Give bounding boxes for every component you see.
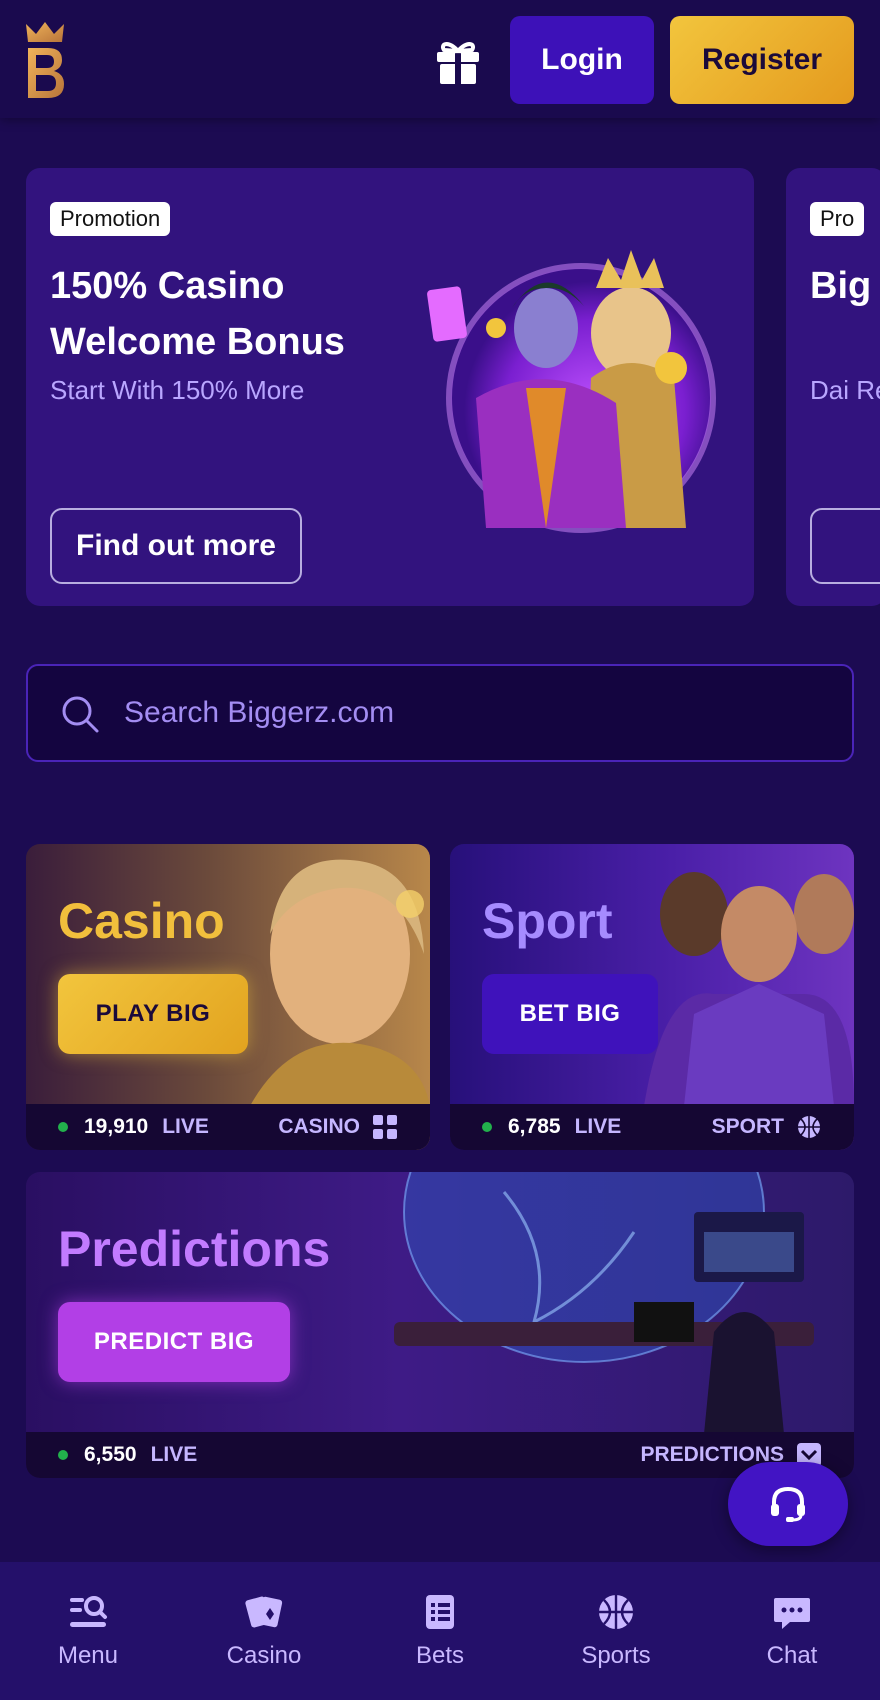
- basketball-icon: [599, 1595, 633, 1629]
- promotion-badge: Pro: [810, 202, 865, 236]
- predictions-globe-image: [394, 1172, 814, 1434]
- find-out-more-button[interactable]: Find out more: [50, 508, 302, 584]
- live-label: LIVE: [574, 1115, 622, 1138]
- nav-item-chat[interactable]: Chat: [722, 1592, 862, 1670]
- predictions-tile-footer: 6,550 LIVE PREDICTIONS: [26, 1432, 854, 1478]
- predictions-tile[interactable]: Predictions PREDICT BIG 6,550 LIVE PREDI…: [26, 1172, 854, 1478]
- casino-category-link[interactable]: CASINO: [278, 1114, 398, 1140]
- login-button[interactable]: Login: [510, 16, 654, 104]
- casino-tile-footer: 19,910 LIVE CASINO: [26, 1104, 430, 1150]
- sport-tile[interactable]: Sport BET BIG 6,785 LIVE SPORT: [450, 844, 854, 1150]
- promo-card-next[interactable]: Pro Big Ra Dai Rew F: [786, 168, 880, 606]
- nav-item-menu[interactable]: Menu: [18, 1592, 158, 1670]
- bet-big-button[interactable]: BET BIG: [482, 974, 658, 1054]
- nav-label: Menu: [57, 1642, 119, 1669]
- bottom-navigation: Menu Casino Bets Sports Chat: [0, 1562, 880, 1700]
- nav-label: Chat: [766, 1642, 818, 1669]
- nav-item-casino[interactable]: Casino: [194, 1592, 334, 1670]
- predict-big-button[interactable]: PREDICT BIG: [58, 1302, 290, 1382]
- live-label: LIVE: [150, 1443, 198, 1466]
- promo-subtitle: Start With 150% More: [50, 375, 305, 405]
- promo-card-welcome-bonus[interactable]: Promotion 150% Casino Welcome Bonus Star…: [26, 168, 754, 606]
- menu-search-icon: [70, 1596, 107, 1627]
- promotion-badge: Promotion: [50, 202, 171, 236]
- search-icon: [62, 696, 99, 733]
- register-button[interactable]: Register: [670, 16, 854, 104]
- promo-joker-queen-image: [427, 250, 716, 533]
- casino-woman-image: [250, 859, 430, 1106]
- live-indicator-icon: [58, 1450, 68, 1460]
- sport-tile-title: Sport: [482, 893, 613, 949]
- play-big-button[interactable]: PLAY BIG: [58, 974, 248, 1054]
- sport-live-count: 6,785: [508, 1115, 561, 1138]
- nav-item-sports[interactable]: Sports: [546, 1592, 686, 1670]
- chat-icon: [774, 1598, 810, 1629]
- predictions-live-count: 6,550: [84, 1443, 137, 1466]
- live-label: LIVE: [162, 1115, 209, 1138]
- casino-tile[interactable]: Casino PLAY BIG 19,910 LIVE CASINO: [26, 844, 430, 1150]
- sport-category-link[interactable]: SPORT: [712, 1114, 822, 1140]
- biggerz-logo[interactable]: [24, 20, 66, 100]
- gift-icon[interactable]: [434, 38, 482, 84]
- predictions-tile-title: Predictions: [58, 1221, 331, 1277]
- live-indicator-icon: [58, 1122, 68, 1132]
- nav-label: Bets: [415, 1642, 465, 1669]
- search-bar[interactable]: [26, 664, 854, 762]
- sport-players-image: [644, 872, 854, 1106]
- cards-icon: [245, 1596, 283, 1628]
- nav-label: Casino: [226, 1642, 302, 1669]
- promo-button[interactable]: F: [810, 508, 880, 584]
- casino-tile-title: Casino: [58, 893, 225, 949]
- search-input[interactable]: [124, 666, 824, 760]
- basketball-icon: [798, 1116, 820, 1138]
- live-indicator-icon: [482, 1122, 492, 1132]
- casino-category-label: CASINO: [278, 1115, 360, 1138]
- casino-live-count: 19,910: [84, 1115, 149, 1138]
- promo-title: Big Ra: [810, 265, 880, 307]
- sport-category-label: SPORT: [711, 1115, 784, 1138]
- nav-item-bets[interactable]: Bets: [370, 1592, 510, 1670]
- top-header: Login Register: [0, 0, 880, 118]
- sport-tile-footer: 6,785 LIVE SPORT: [450, 1104, 854, 1150]
- betslip-icon: [426, 1595, 454, 1629]
- grid-icon: [373, 1115, 397, 1139]
- promo-subtitle: Dai Rew: [810, 375, 880, 405]
- support-chat-button[interactable]: [728, 1462, 848, 1546]
- headset-icon: [771, 1486, 805, 1522]
- nav-label: Sports: [581, 1642, 651, 1669]
- promo-title: 150% Casino Welcome Bonus: [50, 265, 345, 363]
